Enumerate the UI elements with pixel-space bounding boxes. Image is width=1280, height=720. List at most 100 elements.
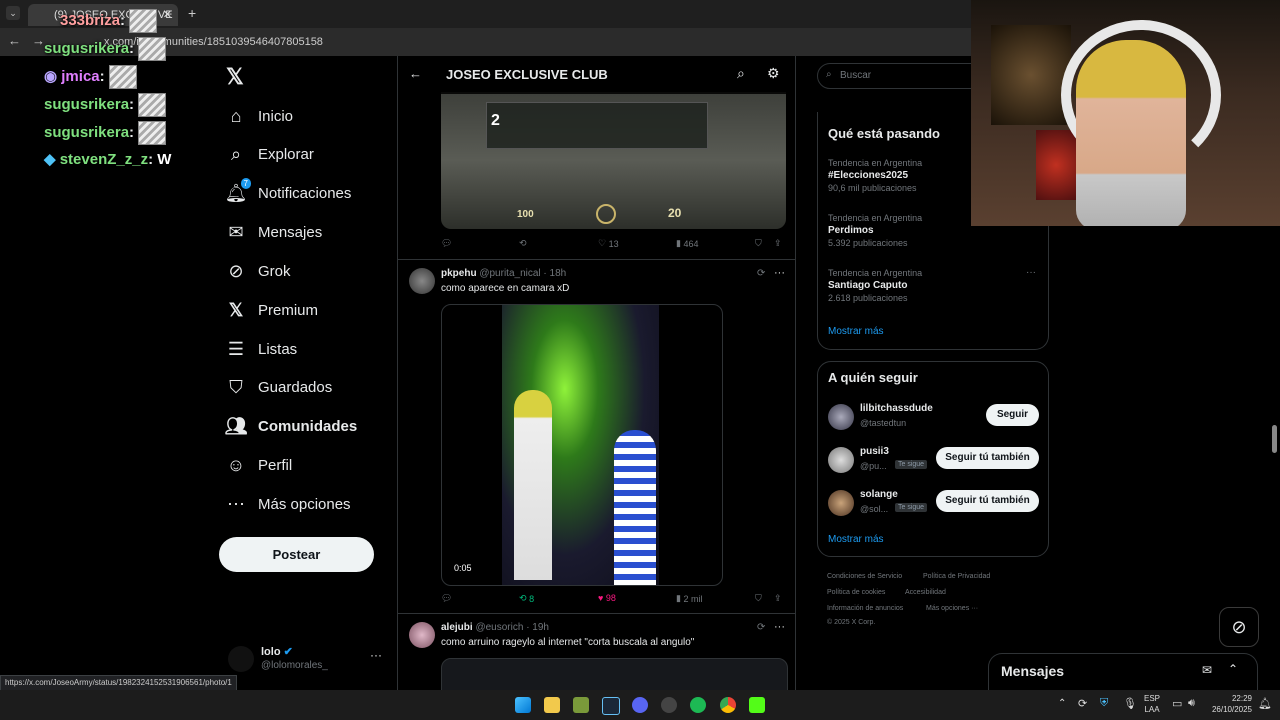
avatar[interactable]	[828, 404, 854, 430]
account-handle: @lolomorales_	[261, 660, 328, 671]
follow-show-more-link[interactable]: Mostrar más	[828, 534, 884, 545]
views-button[interactable]: ▮ 2 mil	[676, 593, 702, 604]
view-count: 464	[683, 238, 699, 249]
nav-item-mas-opciones[interactable]: ⋯ Más opciones	[226, 485, 351, 523]
post-more-icon[interactable]: ···	[774, 267, 785, 279]
discord-icon[interactable]	[632, 697, 648, 713]
avatar	[228, 646, 254, 672]
post-author[interactable]: pkpehu	[441, 268, 477, 279]
share-button[interactable]: ⇪	[774, 238, 782, 249]
footer-link[interactable]: Política de Privacidad	[923, 573, 990, 580]
trends-title: Qué está pasando	[828, 126, 940, 141]
volume-icon[interactable]: 🔊︎	[1188, 697, 1195, 710]
bookmark-icon: ⛉	[755, 593, 762, 603]
nav-item-explorar[interactable]: ⌕ Explorar	[226, 135, 314, 173]
grok-button[interactable]: ⊘	[1219, 607, 1259, 647]
nav-item-perfil[interactable]: ☺ Perfil	[226, 446, 292, 484]
tray-sync-icon[interactable]: ⟳	[1078, 697, 1087, 710]
avatar[interactable]	[828, 447, 854, 473]
post-more-icon[interactable]: ···	[774, 621, 785, 633]
nav-label: Guardados	[258, 378, 333, 396]
views-button[interactable]: ▮ 464	[676, 238, 699, 249]
chat-message: ◉ jmica:	[44, 65, 137, 89]
language-indicator[interactable]: ESP LAA	[1144, 693, 1160, 715]
post-time[interactable]: · 18h	[543, 268, 566, 279]
taskbar-clock[interactable]: 22:29 26/10/2025	[1208, 693, 1252, 715]
grok-icon: ⊘	[228, 260, 244, 281]
trends-show-more-link[interactable]: Mostrar más	[828, 326, 884, 337]
gear-icon[interactable]: ⚙	[767, 65, 780, 82]
url-field[interactable]: x.com/i/communities/1851039546407805158	[60, 32, 960, 52]
follow-back-button[interactable]: Seguir tú también	[936, 490, 1039, 512]
kick-icon[interactable]	[749, 697, 765, 713]
avatar[interactable]	[409, 268, 435, 294]
tray-chevron-icon[interactable]: ⌃	[1058, 698, 1066, 709]
more-icon[interactable]: ···	[370, 648, 382, 662]
close-tab-icon[interactable]: ✕	[163, 4, 172, 26]
heart-icon: ♡	[598, 238, 607, 248]
new-tab-button[interactable]: +	[188, 5, 196, 21]
messages-drawer[interactable]: Mensajes ✉ ⌃	[988, 653, 1258, 690]
video-person	[614, 430, 656, 585]
windows-start-icon[interactable]	[515, 697, 531, 713]
repost-button[interactable]: ⟲ 8	[519, 593, 534, 604]
suggestion-name[interactable]: pusii3	[860, 446, 889, 457]
back-arrow-icon[interactable]: ←	[409, 66, 422, 81]
nav-item-inicio[interactable]: ⌂ Inicio	[226, 97, 293, 135]
nav-item-listas[interactable]: ☰ Listas	[226, 330, 297, 368]
nav-item-mensajes[interactable]: ✉ Mensajes	[226, 213, 322, 251]
nav-item-premium[interactable]: 𝕏 Premium	[226, 291, 318, 329]
tray-shield-icon[interactable]: ⛨	[1100, 697, 1108, 710]
follow-button[interactable]: Seguir	[986, 404, 1039, 426]
avatar[interactable]	[828, 490, 854, 516]
trend-item[interactable]: Tendencia en Argentina Santiago Caputo 2…	[828, 268, 1038, 303]
footer-link[interactable]: Accesibilidad	[905, 589, 946, 596]
post-media-image[interactable]: 2 100 20	[441, 92, 786, 229]
like-button[interactable]: ♡ 13	[598, 238, 619, 249]
steam-icon[interactable]	[602, 697, 620, 715]
repost-button[interactable]: ⟲	[519, 238, 527, 249]
obs-icon[interactable]	[661, 697, 677, 713]
footer-link[interactable]: Más opciones ···	[926, 605, 978, 612]
nav-item-notificaciones[interactable]: 🔔︎ 7 Notificaciones	[225, 174, 351, 212]
footer-link[interactable]: Condiciones de Servicio	[827, 573, 902, 580]
expand-icon[interactable]: ⌃	[1228, 662, 1238, 676]
like-button[interactable]: ♥ 98	[598, 593, 616, 603]
bookmark-button[interactable]: ⛉	[755, 593, 762, 604]
suggestion-name[interactable]: solange	[860, 489, 898, 500]
post-button[interactable]: Postear	[219, 537, 374, 572]
post-video[interactable]: 0:05	[441, 304, 723, 586]
share-button[interactable]: ⇪	[774, 593, 782, 604]
post-author[interactable]: alejubi	[441, 622, 473, 633]
app-icon[interactable]	[573, 697, 589, 713]
back-arrow-icon[interactable]: ←	[8, 33, 21, 48]
footer-link[interactable]: Información de anuncios	[827, 605, 903, 612]
reply-button[interactable]: 💬︎	[441, 593, 452, 604]
nav-item-grok[interactable]: ⊘ Grok	[226, 252, 290, 290]
trend-more-icon[interactable]: ···	[1026, 267, 1036, 278]
tab-list-button[interactable]: ⌄	[6, 6, 20, 20]
footer-link[interactable]: Política de cookies	[827, 589, 885, 596]
avatar[interactable]	[409, 622, 435, 648]
tray-mic-icon[interactable]: 🎙︎	[1123, 697, 1137, 710]
x-logo-icon[interactable]: 𝕏	[226, 64, 244, 90]
account-switcher[interactable]: lolo ✔ @lolomorales_ ···	[228, 644, 388, 676]
reply-button[interactable]: 💬︎	[441, 238, 452, 249]
chrome-icon[interactable]	[720, 697, 736, 713]
spotify-icon[interactable]	[690, 697, 706, 713]
search-icon[interactable]: ⌕	[737, 65, 745, 82]
file-explorer-icon[interactable]	[544, 697, 560, 713]
suggestion-name[interactable]: lilbitchassdude	[860, 403, 933, 414]
bookmark-button[interactable]: ⛉	[755, 238, 762, 249]
video-duration: 0:05	[454, 563, 472, 573]
new-message-icon[interactable]: ✉	[1202, 663, 1212, 677]
follow-back-button[interactable]: Seguir tú también	[936, 447, 1039, 469]
nav-item-comunidades[interactable]: 👥︎ Comunidades	[225, 407, 358, 445]
post-time[interactable]: · 19h	[526, 622, 549, 633]
nav-item-guardados[interactable]: ⛉ Guardados	[226, 368, 332, 406]
notification-bell-icon[interactable]: 🔔︎	[1258, 697, 1272, 710]
verified-badge-icon: ✔	[283, 646, 293, 658]
page-scrollbar-thumb[interactable]	[1272, 425, 1277, 453]
network-icon[interactable]: ▭	[1172, 697, 1182, 710]
clock-date: 26/10/2025	[1211, 705, 1252, 714]
